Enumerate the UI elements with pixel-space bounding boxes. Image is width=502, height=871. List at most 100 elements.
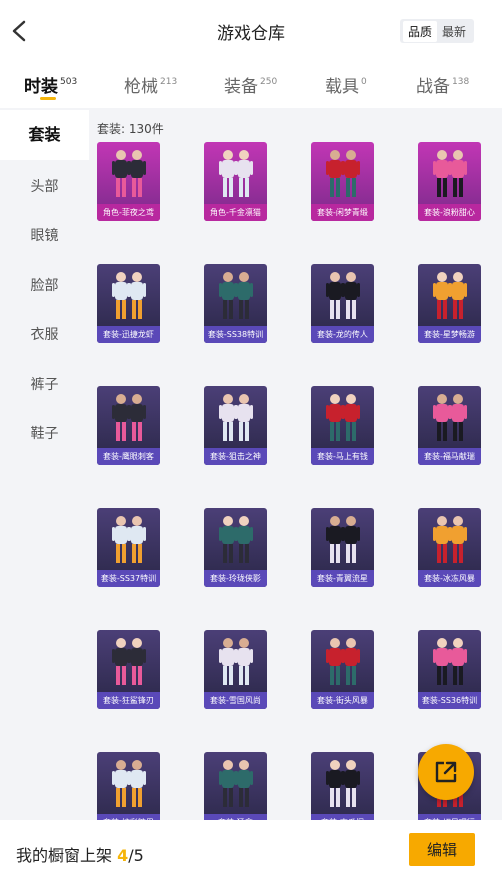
item-name: 套装-冰冻风暴 [418, 570, 481, 587]
item-card[interactable]: 套装-马上有钱 [311, 386, 374, 465]
item-card[interactable]: 套装-玲珑侠影 [204, 508, 267, 587]
sidebar-item-head[interactable]: 头部 [0, 176, 89, 196]
active-tab-indicator [40, 97, 56, 100]
sidebar-item-shoes[interactable]: 鞋子 [0, 423, 89, 443]
outfit-thumbnail-icon [326, 516, 360, 563]
outfit-thumbnail-icon [112, 272, 146, 319]
tab-count: 250 [260, 77, 278, 87]
item-card[interactable]: 套装-猛禽 [204, 752, 267, 820]
bottom-bar: 我的橱窗上架 4/5 编辑 [0, 820, 502, 871]
outfit-thumbnail-icon [433, 272, 467, 319]
item-name: 套装-星梦畅游 [418, 326, 481, 343]
tab-label: 枪械 [124, 77, 158, 97]
item-name: 套装-青翼流星 [311, 570, 374, 587]
item-name: 套装-福马献瑞 [418, 448, 481, 465]
header: 游戏仓库 品质 最新 [0, 0, 502, 62]
tab-label: 战备 [416, 77, 450, 97]
item-card[interactable]: 套装-星梦畅游 [418, 264, 481, 343]
item-card[interactable]: 套装-青翼流星 [311, 508, 374, 587]
item-name: 套装-SS36特训 [418, 692, 481, 709]
outfit-thumbnail-icon [433, 150, 467, 197]
sort-toggle: 品质 最新 [399, 19, 474, 43]
category-tabs: 时装 503 枪械 213 装备 250 载具 0 战备 138 [0, 62, 502, 108]
tab-vehicles[interactable]: 载具 0 [325, 72, 367, 97]
outfit-thumbnail-icon [219, 638, 253, 685]
sort-latest[interactable]: 最新 [437, 21, 471, 42]
tab-count: 213 [160, 77, 178, 87]
item-card[interactable]: 套装-SS38特训 [204, 264, 267, 343]
share-button[interactable] [418, 744, 474, 800]
item-count: 套装: 130件 [97, 122, 164, 136]
item-name: 套装-龙的传人 [311, 326, 374, 343]
sort-quality[interactable]: 品质 [402, 20, 437, 42]
outfit-thumbnail-icon [326, 394, 360, 441]
item-name: 套装-马上有钱 [311, 448, 374, 465]
item-card[interactable]: 套装-南瓜探 [311, 752, 374, 820]
item-card[interactable]: 套装-SS37特训 [97, 508, 160, 587]
sidebar-item-face[interactable]: 脸部 [0, 275, 89, 295]
tab-fashion[interactable]: 时装 503 [24, 72, 77, 97]
sidebar-item-clothes[interactable]: 衣服 [0, 324, 89, 344]
item-name: 套装-闲梦青缎 [311, 204, 374, 221]
item-name: 套装-雪国风尚 [204, 692, 267, 709]
item-card[interactable]: 套装-闲梦青缎 [311, 142, 374, 221]
tab-count: 0 [361, 77, 367, 87]
showcase-total: /5 [128, 846, 144, 865]
sidebar-item-pants[interactable]: 裤子 [0, 374, 89, 394]
item-name: 套装-街头风暴 [311, 692, 374, 709]
item-card[interactable]: 角色-千金凛猫 [204, 142, 267, 221]
outfit-thumbnail-icon [219, 394, 253, 441]
outfit-thumbnail-icon [433, 516, 467, 563]
item-name: 套装-SS37特训 [97, 570, 160, 587]
tab-equipment[interactable]: 装备 250 [224, 72, 277, 97]
outfit-thumbnail-icon [112, 760, 146, 807]
item-name: 套装-鹰眼刺客 [97, 448, 160, 465]
outfit-thumbnail-icon [433, 638, 467, 685]
item-name: 套装-浪粉甜心 [418, 204, 481, 221]
edit-button[interactable]: 编辑 [409, 833, 475, 866]
outfit-thumbnail-icon [326, 272, 360, 319]
showcase-status: 我的橱窗上架 4/5 [16, 842, 144, 866]
item-name: 套装-玲珑侠影 [204, 570, 267, 587]
outfit-thumbnail-icon [433, 394, 467, 441]
outfit-thumbnail-icon [219, 516, 253, 563]
item-card[interactable]: 套装-雪国风尚 [204, 630, 267, 709]
item-card[interactable]: 套装-龙的传人 [311, 264, 374, 343]
tab-label: 时装 [24, 77, 58, 97]
outfit-thumbnail-icon [326, 760, 360, 807]
outfit-thumbnail-icon [326, 150, 360, 197]
share-icon [435, 761, 457, 783]
outfit-thumbnail-icon [112, 394, 146, 441]
tab-guns[interactable]: 枪械 213 [124, 72, 177, 97]
showcase-label: 我的橱窗上架 [16, 846, 113, 865]
tab-supplies[interactable]: 战备 138 [416, 72, 469, 97]
item-card[interactable]: 套装-冰冻风暴 [418, 508, 481, 587]
item-card[interactable]: 套装-狙击之神 [204, 386, 267, 465]
outfit-thumbnail-icon [219, 272, 253, 319]
item-card[interactable]: 套装-SS36特训 [418, 630, 481, 709]
item-card[interactable]: 套装-浪粉甜心 [418, 142, 481, 221]
tab-label: 载具 [325, 77, 359, 97]
sidebar-item-glasses[interactable]: 眼镜 [0, 225, 89, 245]
item-card[interactable]: 角色-菲夜之鸢 [97, 142, 160, 221]
sidebar: 套装 头部 眼镜 脸部 衣服 裤子 鞋子 [0, 108, 89, 820]
outfit-thumbnail-icon [219, 150, 253, 197]
item-card[interactable]: 套装-鹰眼刺客 [97, 386, 160, 465]
item-card[interactable]: 套装-炫彩糖果 [97, 752, 160, 820]
tab-label: 装备 [224, 77, 258, 97]
tab-count: 503 [60, 77, 78, 87]
item-card[interactable]: 套装-狂鲨锋刃 [97, 630, 160, 709]
item-name: 角色-菲夜之鸢 [97, 204, 160, 221]
item-grid-panel: 套装: 130件 角色-菲夜之鸢 角色-千金凛猫 套装-闲梦青缎 套装-浪粉甜心… [89, 108, 502, 820]
item-name: 角色-千金凛猫 [204, 204, 267, 221]
item-card[interactable]: 套装-街头风暴 [311, 630, 374, 709]
sidebar-item-set[interactable]: 套装 [0, 110, 89, 160]
outfit-thumbnail-icon [219, 760, 253, 807]
outfit-thumbnail-icon [112, 150, 146, 197]
item-name: 套装-狂鲨锋刃 [97, 692, 160, 709]
item-card[interactable]: 套装-福马献瑞 [418, 386, 481, 465]
item-card[interactable]: 套装-迅捷龙虾 [97, 264, 160, 343]
item-name: 套装-SS38特训 [204, 326, 267, 343]
item-name: 套装-狙击之神 [204, 448, 267, 465]
showcase-current: 4 [117, 846, 129, 865]
